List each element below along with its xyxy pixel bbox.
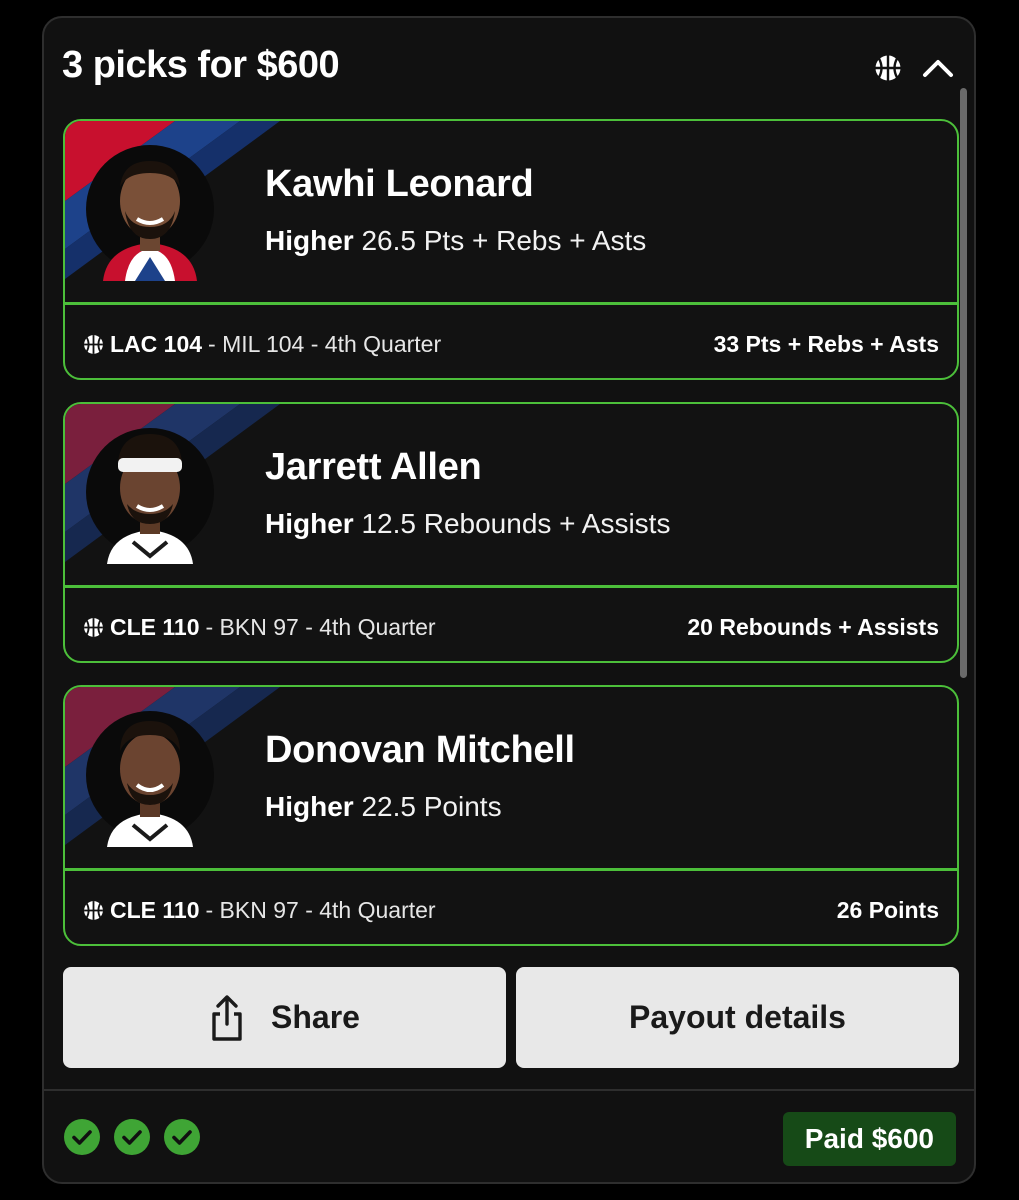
- pick-header: Jarrett Allen Higher 12.5 Rebounds + Ass…: [65, 404, 957, 585]
- game-status-row: CLE 110 - BKN 97 - 4th Quarter 26 Points: [65, 871, 957, 944]
- game-score-rest: - MIL 104 - 4th Quarter: [208, 331, 442, 357]
- pick-direction: Higher: [265, 791, 354, 822]
- pick-card[interactable]: Kawhi Leonard Higher 26.5 Pts + Rebs + A…: [63, 119, 959, 380]
- actual-result: 26 Points: [836, 897, 939, 923]
- game-status-row: CLE 110 - BKN 97 - 4th Quarter 20 Reboun…: [65, 588, 957, 661]
- paid-status-badge: Paid $600: [782, 1112, 956, 1166]
- game-score-rest: - BKN 97 - 4th Quarter: [205, 614, 436, 640]
- share-button[interactable]: Share: [63, 967, 506, 1068]
- actual-result: 20 Rebounds + Assists: [687, 614, 939, 640]
- share-icon: [212, 994, 242, 1041]
- pick-stat-line: 26.5 Pts + Rebs + Asts: [361, 225, 647, 256]
- payout-details-label: Payout details: [629, 999, 846, 1035]
- team-score: CLE 110: [110, 897, 200, 923]
- player-name: Donovan Mitchell: [265, 729, 575, 771]
- check-circle-icon: [64, 1119, 100, 1155]
- game-info: LAC 104 - MIL 104 - 4th Quarter: [83, 331, 441, 358]
- pick-card[interactable]: Jarrett Allen Higher 12.5 Rebounds + Ass…: [63, 402, 959, 663]
- pick-line: Higher 22.5 Points: [265, 791, 502, 823]
- player-name: Kawhi Leonard: [265, 163, 534, 205]
- player-avatar: [85, 422, 215, 564]
- team-score: LAC 104: [110, 331, 203, 357]
- actual-result: 33 Pts + Rebs + Asts: [713, 331, 939, 357]
- pick-header: Kawhi Leonard Higher 26.5 Pts + Rebs + A…: [65, 121, 957, 302]
- player-avatar: [85, 139, 215, 281]
- basketball-icon: [874, 54, 902, 82]
- entry-header: 3 picks for $600: [62, 44, 954, 94]
- check-circle-icon: [164, 1119, 200, 1155]
- pick-card[interactable]: Donovan Mitchell Higher 22.5 Points CLE …: [63, 685, 959, 946]
- scrollbar[interactable]: [960, 88, 967, 678]
- game-status-row: LAC 104 - MIL 104 - 4th Quarter 33 Pts +…: [65, 305, 957, 378]
- basketball-icon: [84, 618, 103, 637]
- pick-line: Higher 26.5 Pts + Rebs + Asts: [265, 225, 646, 257]
- pick-direction: Higher: [265, 508, 354, 539]
- basketball-icon: [84, 335, 103, 354]
- game-info: CLE 110 - BKN 97 - 4th Quarter: [83, 614, 436, 641]
- entry-card: 3 picks for $600 Kawhi Leonard Higher 26…: [42, 16, 976, 1184]
- share-label: Share: [271, 999, 360, 1035]
- chevron-up-icon[interactable]: [922, 58, 954, 78]
- team-score: CLE 110: [110, 614, 200, 640]
- pick-stat-line: 12.5 Rebounds + Assists: [361, 508, 671, 539]
- payout-details-button[interactable]: Payout details: [516, 967, 959, 1068]
- entry-title: 3 picks for $600: [62, 44, 340, 86]
- pick-direction: Higher: [265, 225, 354, 256]
- pick-results: [64, 1119, 200, 1155]
- pick-stat-line: 22.5 Points: [361, 791, 502, 822]
- check-circle-icon: [114, 1119, 150, 1155]
- pick-line: Higher 12.5 Rebounds + Assists: [265, 508, 670, 540]
- basketball-icon: [84, 901, 103, 920]
- player-name: Jarrett Allen: [265, 446, 482, 488]
- pick-header: Donovan Mitchell Higher 22.5 Points: [65, 687, 957, 868]
- game-info: CLE 110 - BKN 97 - 4th Quarter: [83, 897, 436, 924]
- game-score-rest: - BKN 97 - 4th Quarter: [205, 897, 436, 923]
- player-avatar: [85, 705, 215, 847]
- footer-divider: [44, 1089, 974, 1091]
- header-actions: [874, 50, 954, 86]
